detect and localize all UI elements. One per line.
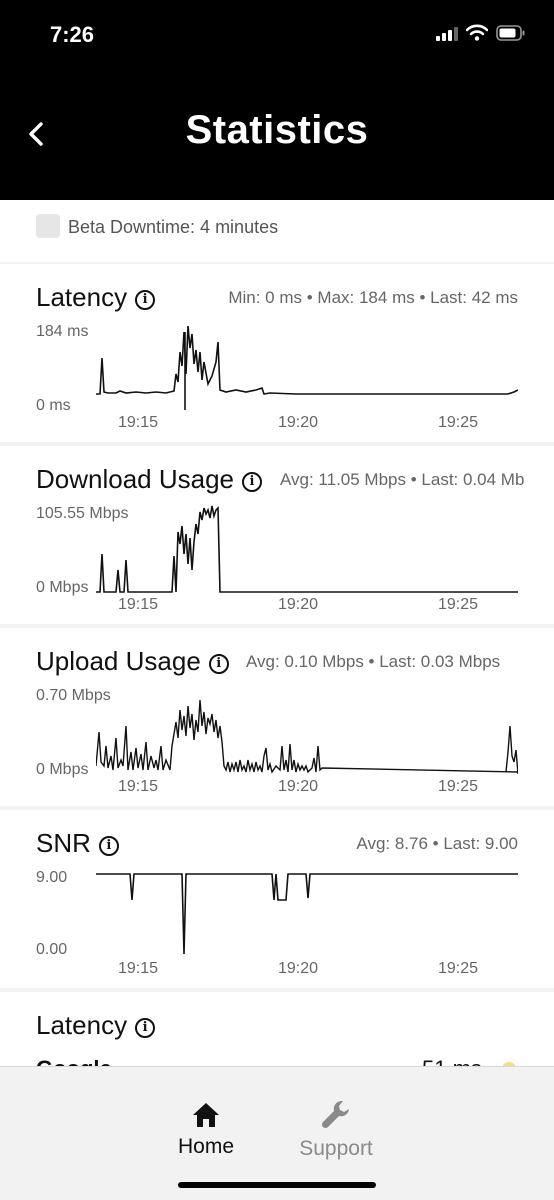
home-icon xyxy=(193,1103,219,1127)
upload-stats: Avg: 0.10 Mbps • Last: 0.03 Mbps xyxy=(246,652,501,671)
latency-row-value: 51 ms xyxy=(422,1056,482,1066)
chart-title: Latency i xyxy=(36,282,156,313)
info-icon[interactable]: i xyxy=(242,472,263,492)
y-axis-min-label: 0 Mbps xyxy=(36,761,89,778)
snr-chart-title: SNR xyxy=(36,828,91,858)
latency-plot xyxy=(96,325,518,410)
latency-section-card: Latency i Google 51 ms xyxy=(0,992,554,1066)
legend-swatch-downtime xyxy=(36,214,60,238)
y-axis-min-label: 0.00 xyxy=(36,941,68,958)
chart-title: Download Usage i xyxy=(36,464,263,495)
x-tick-3: 19:25 xyxy=(438,414,479,431)
upload-plot xyxy=(96,699,518,775)
y-axis-min-label: 0 Mbps xyxy=(36,579,89,596)
status-icons xyxy=(436,24,526,41)
x-tick-2: 19:20 xyxy=(278,414,319,431)
x-tick-2: 19:20 xyxy=(278,596,319,613)
screen: 7:26 Statistics Beta Downtime: 4 minutes… xyxy=(0,0,554,1200)
battery-icon xyxy=(496,25,525,41)
tab-home-label: Home xyxy=(177,1135,235,1158)
tab-home[interactable]: Home xyxy=(146,1097,266,1159)
legend-beta-downtime: Beta Downtime: 4 minutes xyxy=(68,217,279,237)
x-tick-1: 19:15 xyxy=(118,414,159,431)
download-plot xyxy=(96,505,518,593)
x-tick-2: 19:20 xyxy=(278,778,319,795)
upload-chart-title: Upload Usage xyxy=(36,646,201,676)
info-icon[interactable]: i xyxy=(208,654,229,674)
tab-bar: Home Support xyxy=(0,1066,554,1200)
upload-chart-card: Upload Usage i Avg: 0.10 Mbps • Last: 0.0… xyxy=(0,628,554,806)
x-tick-3: 19:25 xyxy=(438,596,479,613)
y-axis-max-label: 184 ms xyxy=(36,323,89,340)
x-tick-3: 19:25 xyxy=(438,778,479,795)
chart-title: SNR i xyxy=(36,828,119,859)
cellular-signal-icon xyxy=(436,25,458,41)
latency-chart-title: Latency xyxy=(36,282,128,312)
snr-plot xyxy=(96,873,518,955)
y-axis-max-label: 9.00 xyxy=(36,869,68,886)
x-tick-1: 19:15 xyxy=(118,960,159,977)
top-bar: 7:26 Statistics xyxy=(0,0,554,200)
download-stats: Avg: 11.05 Mbps • Last: 0.04 Mb xyxy=(280,470,525,489)
wrench-icon xyxy=(321,1101,349,1129)
snr-chart-card: SNR i Avg: 8.76 • Last: 9.00 9.00 0.00 19… xyxy=(0,810,554,988)
chart-title: Upload Usage i xyxy=(36,646,229,677)
scroll-content[interactable]: Beta Downtime: 4 minutes Latency i Min: 0… xyxy=(0,200,554,1066)
info-icon[interactable]: i xyxy=(135,290,156,310)
download-chart-card: Download Usage i Avg: 11.05 Mbps • Last: … xyxy=(0,446,554,624)
x-tick-1: 19:15 xyxy=(118,778,159,795)
latency-row-label: Google xyxy=(36,1056,112,1066)
wifi-icon xyxy=(466,24,488,41)
download-chart-title: Download Usage xyxy=(36,464,235,494)
info-icon[interactable]: i xyxy=(135,1018,156,1038)
snr-stats: Avg: 8.76 • Last: 9.00 xyxy=(356,834,518,853)
x-tick-2: 19:20 xyxy=(278,960,319,977)
tab-support[interactable]: Support xyxy=(276,1097,396,1161)
x-tick-3: 19:25 xyxy=(438,960,479,977)
legend-card: Beta Downtime: 4 minutes xyxy=(0,200,554,262)
x-tick-1: 19:15 xyxy=(118,596,159,613)
latency-section-title: Latency xyxy=(36,1010,128,1040)
y-axis-min-label: 0 ms xyxy=(36,397,71,414)
status-time: 7:26 xyxy=(50,22,95,47)
section-title: Latency i xyxy=(36,1010,156,1041)
info-icon[interactable]: i xyxy=(98,836,119,856)
latency-stats: Min: 0 ms • Max: 184 ms • Last: 42 ms xyxy=(228,288,518,307)
latency-chart-card: Latency i Min: 0 ms • Max: 184 ms • Last:… xyxy=(0,264,554,442)
home-indicator[interactable] xyxy=(178,1182,376,1188)
page-title: Statistics xyxy=(185,108,369,152)
tab-support-label: Support xyxy=(299,1137,373,1160)
